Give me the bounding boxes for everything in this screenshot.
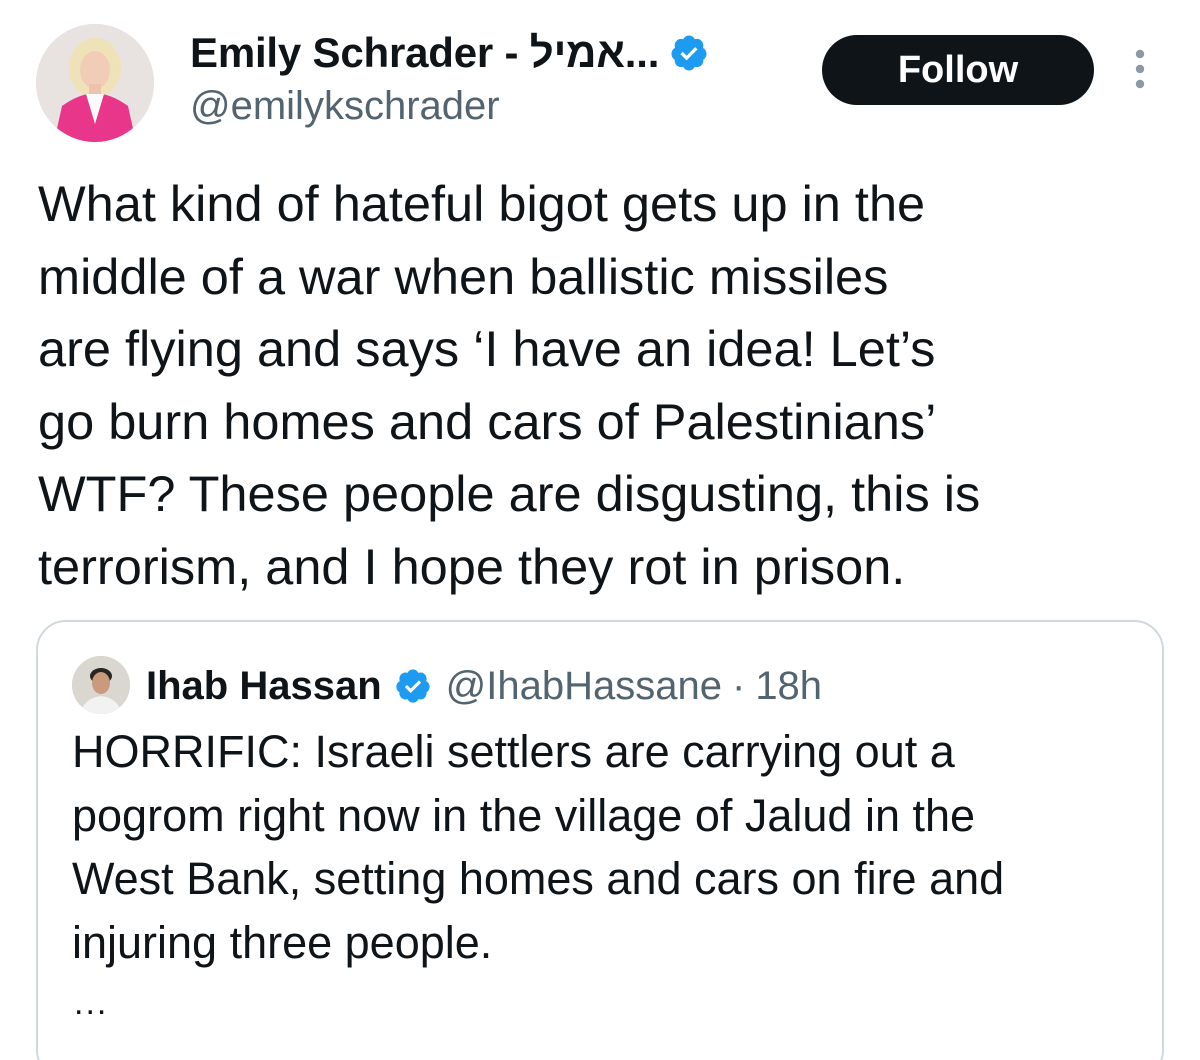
truncation-indicator: ... — [74, 984, 109, 1022]
author-handle[interactable]: @emilykschrader — [190, 84, 500, 129]
quoted-tweet-card[interactable]: Ihab Hassan @IhabHassane · 18h HORRIFIC:… — [36, 620, 1164, 1060]
header-separator: · — [731, 663, 746, 708]
author-name-row: Emily Schrader - אמיל... — [190, 28, 709, 78]
quoted-author-name[interactable]: Ihab Hassan — [146, 664, 382, 709]
verified-badge-icon — [396, 669, 430, 703]
author-avatar[interactable] — [36, 24, 154, 142]
verified-badge-icon — [671, 35, 707, 71]
quoted-tweet-text: HORRIFIC: Israeli settlers are carrying … — [72, 726, 1005, 968]
tweet-body-text: What kind of hateful bigot gets up in th… — [38, 175, 981, 595]
quoted-tweet-header: Ihab Hassan @IhabHassane · 18h — [146, 658, 822, 714]
quoted-tweet-timestamp[interactable]: 18h — [755, 664, 822, 709]
follow-button[interactable]: Follow — [822, 35, 1094, 105]
quoted-author-avatar[interactable] — [72, 656, 130, 714]
author-display-name[interactable]: Emily Schrader - אמיל... — [190, 29, 659, 77]
tweet-card: Emily Schrader - אמיל... @emilykschrader… — [0, 0, 1200, 1060]
quoted-author-handle[interactable]: @IhabHassane — [446, 664, 722, 709]
vertical-ellipsis-icon[interactable] — [1122, 44, 1158, 94]
